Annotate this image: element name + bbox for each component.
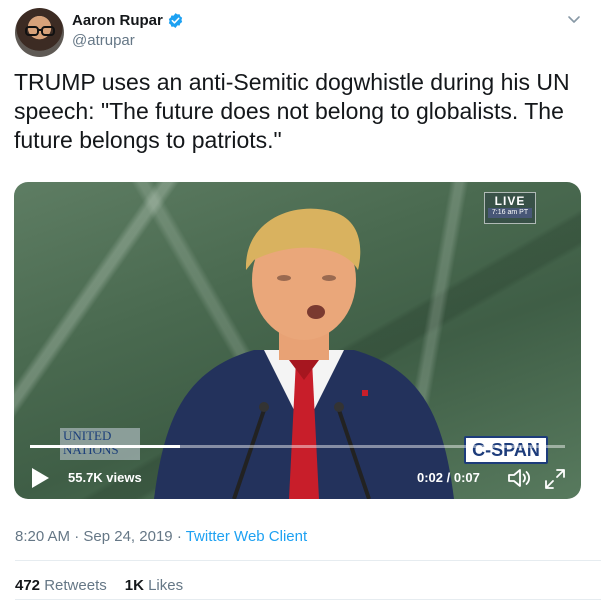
retweets-label: Retweets	[44, 577, 107, 594]
view-count: 55.7K views	[68, 470, 142, 485]
author-name[interactable]: Aaron Rupar	[72, 12, 163, 29]
likes-stat[interactable]: 1K Likes	[125, 577, 183, 594]
video-frame-speaker	[154, 208, 454, 499]
author-name-row: Aaron Rupar	[72, 10, 184, 30]
fullscreen-icon[interactable]	[544, 468, 566, 490]
tweet-time[interactable]: 8:20 AM	[15, 528, 70, 545]
divider	[15, 560, 601, 561]
tweet-card: Aaron Rupar @atrupar TRUMP uses an anti-…	[0, 0, 601, 600]
live-label: LIVE	[494, 194, 526, 208]
tweet-date[interactable]: Sep 24, 2019	[83, 528, 172, 545]
meta-separator: ·	[74, 528, 80, 545]
un-logo-line1: UNITED	[63, 428, 112, 443]
video-progress-bar[interactable]	[30, 445, 565, 448]
retweets-count: 472	[15, 577, 41, 594]
volume-icon[interactable]	[506, 466, 532, 490]
tweet-text: TRUMP uses an anti-Semitic dogwhistle du…	[14, 69, 570, 153]
live-time: 7:16 am PT	[488, 208, 532, 218]
cspan-logo: C-SPAN	[464, 436, 548, 464]
meta-separator: ·	[176, 528, 182, 545]
play-icon[interactable]	[30, 467, 50, 489]
video-timecode: 0:02 / 0:07	[417, 470, 480, 485]
chevron-down-icon[interactable]	[567, 12, 581, 26]
avatar-glasses-graphic	[25, 26, 55, 36]
retweets-stat[interactable]: 472 Retweets	[15, 577, 107, 594]
live-badge: LIVE 7:16 am PT	[484, 192, 536, 224]
likes-label: Likes	[148, 577, 184, 594]
tweet-metadata: 8:20 AM · Sep 24, 2019 · Twitter Web Cli…	[15, 528, 307, 545]
video-player[interactable]: LIVE 7:16 am PT UNITED NATIONS C-SPAN 55…	[14, 182, 581, 499]
verified-badge-icon	[168, 12, 183, 28]
likes-count: 1K	[124, 577, 144, 594]
un-logo: UNITED NATIONS	[60, 428, 140, 460]
tweet-stats: 472 Retweets 1K Likes	[15, 577, 183, 594]
video-progress-fill	[30, 445, 180, 448]
tweet-client-link[interactable]: Twitter Web Client	[186, 528, 307, 545]
avatar[interactable]	[15, 8, 64, 57]
author-handle[interactable]: @atrupar	[72, 32, 135, 49]
